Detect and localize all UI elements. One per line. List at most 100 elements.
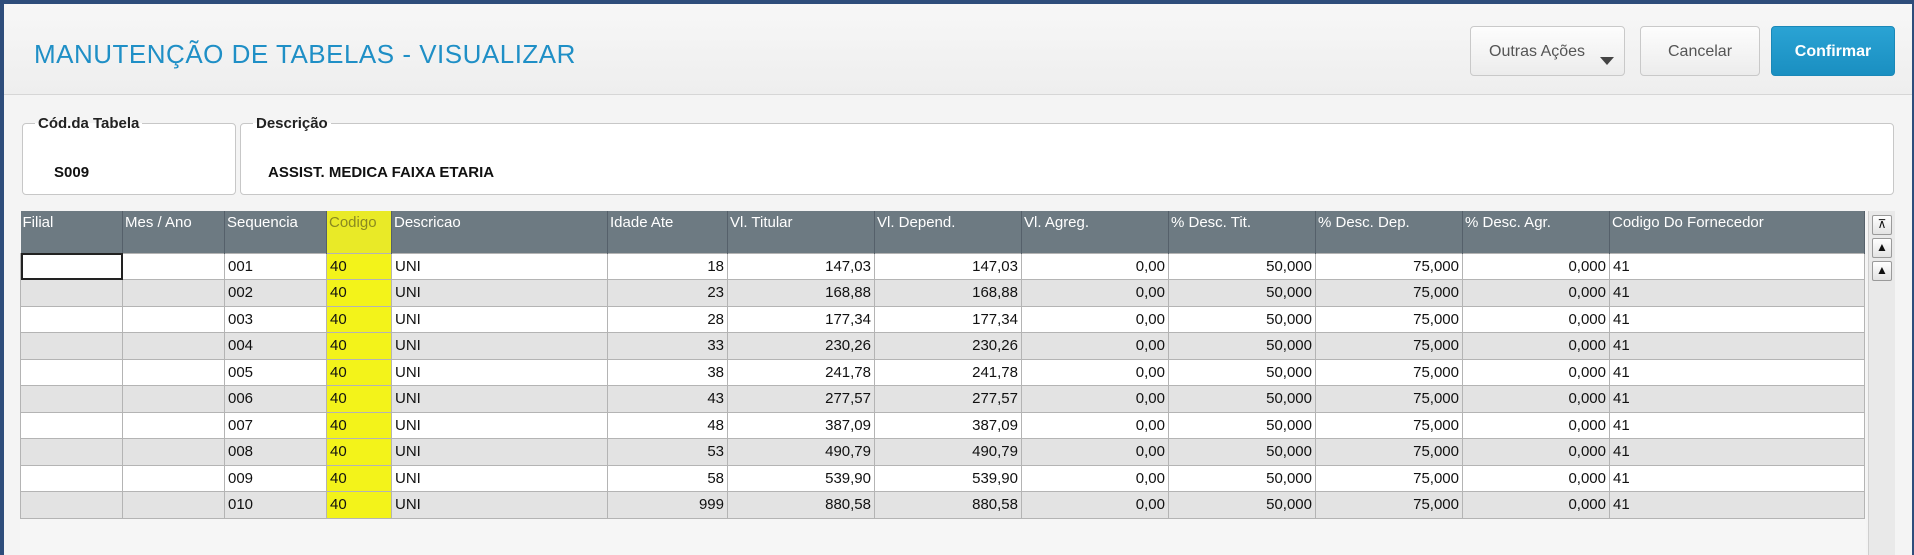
cell-sequencia[interactable]: 002 (224, 279, 327, 307)
cell-codigo[interactable]: 40 (326, 491, 392, 519)
cell-desc-agr[interactable]: 0,000 (1462, 305, 1610, 333)
cell-codigo[interactable]: 40 (326, 332, 392, 360)
cell-vl-agreg[interactable]: 0,00 (1021, 279, 1169, 307)
cell-descricao[interactable]: UNI (391, 358, 608, 386)
col-header-mes-ano[interactable]: Mes / Ano (122, 211, 225, 253)
cod-tabela-field[interactable]: Cód.da Tabela S009 (22, 115, 236, 195)
cell-vl-agreg[interactable]: 0,00 (1021, 385, 1169, 413)
cell-desc-agr[interactable]: 0,000 (1462, 385, 1610, 413)
cell-codigo[interactable]: 40 (326, 358, 392, 386)
cell-idade-ate[interactable]: 53 (607, 438, 728, 466)
cell-descricao[interactable]: UNI (391, 279, 608, 307)
cell-sequencia[interactable]: 008 (224, 438, 327, 466)
cell-filial[interactable] (20, 305, 123, 333)
cell-codigo[interactable]: 40 (326, 438, 392, 466)
table-row[interactable]: 002 40 UNI 23 168,88 168,88 0,00 50,000 75,000 0,… (20, 279, 1865, 307)
cell-mes-ano[interactable] (122, 305, 225, 333)
cell-sequencia[interactable]: 004 (224, 332, 327, 360)
cell-idade-ate[interactable]: 38 (607, 358, 728, 386)
cell-vl-agreg[interactable]: 0,00 (1021, 305, 1169, 333)
cell-sequencia[interactable]: 010 (224, 491, 327, 519)
table-row[interactable]: 006 40 UNI 43 277,57 277,57 0,00 50,000 75,000 0,… (20, 385, 1865, 413)
cell-descricao[interactable]: UNI (391, 411, 608, 439)
cell-vl-agreg[interactable]: 0,00 (1021, 252, 1169, 280)
scroll-top-icon[interactable]: ⊼ (1872, 215, 1892, 235)
cell-vl-depend[interactable]: 880,58 (874, 491, 1022, 519)
cell-idade-ate[interactable]: 999 (607, 491, 728, 519)
cell-mes-ano[interactable] (122, 279, 225, 307)
cell-mes-ano[interactable] (122, 385, 225, 413)
cell-desc-tit[interactable]: 50,000 (1168, 305, 1316, 333)
cell-filial[interactable] (20, 464, 123, 492)
confirm-button[interactable]: Confirmar (1771, 26, 1895, 76)
cell-codigo-fornecedor[interactable]: 41 (1609, 279, 1865, 307)
cell-sequencia[interactable]: 005 (224, 358, 327, 386)
cell-vl-titular[interactable]: 387,09 (727, 411, 875, 439)
cell-codigo-fornecedor[interactable]: 41 (1609, 411, 1865, 439)
cell-vl-depend[interactable]: 241,78 (874, 358, 1022, 386)
table-row[interactable]: 010 40 UNI 999 880,58 880,58 0,00 50,000 75,000 0… (20, 491, 1865, 519)
col-header-codigo[interactable]: Codigo (326, 211, 392, 253)
cell-vl-titular[interactable]: 241,78 (727, 358, 875, 386)
table-row[interactable]: 007 40 UNI 48 387,09 387,09 0,00 50,000 75,000 0,… (20, 411, 1865, 439)
cell-vl-titular[interactable]: 168,88 (727, 279, 875, 307)
cell-vl-agreg[interactable]: 0,00 (1021, 438, 1169, 466)
cell-filial[interactable] (20, 252, 123, 280)
cell-codigo-fornecedor[interactable]: 41 (1609, 358, 1865, 386)
cell-descricao[interactable]: UNI (391, 491, 608, 519)
table-row[interactable]: 005 40 UNI 38 241,78 241,78 0,00 50,000 75,000 0,… (20, 358, 1865, 386)
cell-codigo-fornecedor[interactable]: 41 (1609, 491, 1865, 519)
table-row[interactable]: 008 40 UNI 53 490,79 490,79 0,00 50,000 75,000 0,… (20, 438, 1865, 466)
cell-sequencia[interactable]: 007 (224, 411, 327, 439)
cell-desc-tit[interactable]: 50,000 (1168, 438, 1316, 466)
cell-filial[interactable] (20, 438, 123, 466)
cell-vl-agreg[interactable]: 0,00 (1021, 358, 1169, 386)
cell-filial[interactable] (20, 411, 123, 439)
cell-filial[interactable] (20, 279, 123, 307)
cell-vl-agreg[interactable]: 0,00 (1021, 491, 1169, 519)
table-row[interactable]: 001 40 UNI 18 147,03 147,03 0,00 50,000 75,000 0,… (20, 252, 1865, 280)
cell-mes-ano[interactable] (122, 464, 225, 492)
col-header-desc-agr[interactable]: % Desc. Agr. (1462, 211, 1610, 253)
col-header-codigo-fornecedor[interactable]: Codigo Do Fornecedor (1609, 211, 1865, 253)
cell-vl-titular[interactable]: 539,90 (727, 464, 875, 492)
cell-desc-tit[interactable]: 50,000 (1168, 411, 1316, 439)
cell-idade-ate[interactable]: 18 (607, 252, 728, 280)
cell-codigo-fornecedor[interactable]: 41 (1609, 464, 1865, 492)
cell-desc-dep[interactable]: 75,000 (1315, 279, 1463, 307)
cell-vl-agreg[interactable]: 0,00 (1021, 332, 1169, 360)
cell-mes-ano[interactable] (122, 358, 225, 386)
cell-desc-dep[interactable]: 75,000 (1315, 491, 1463, 519)
cell-desc-tit[interactable]: 50,000 (1168, 385, 1316, 413)
cell-descricao[interactable]: UNI (391, 252, 608, 280)
col-header-vl-agreg[interactable]: Vl. Agreg. (1021, 211, 1169, 253)
cell-codigo[interactable]: 40 (326, 464, 392, 492)
cell-codigo-fornecedor[interactable]: 41 (1609, 332, 1865, 360)
col-header-desc-tit[interactable]: % Desc. Tit. (1168, 211, 1316, 253)
cell-idade-ate[interactable]: 43 (607, 385, 728, 413)
cell-vl-depend[interactable]: 168,88 (874, 279, 1022, 307)
cell-vl-depend[interactable]: 539,90 (874, 464, 1022, 492)
cell-sequencia[interactable]: 009 (224, 464, 327, 492)
cell-desc-agr[interactable]: 0,000 (1462, 279, 1610, 307)
cell-idade-ate[interactable]: 48 (607, 411, 728, 439)
col-header-descricao[interactable]: Descricao (391, 211, 608, 253)
cell-desc-agr[interactable]: 0,000 (1462, 438, 1610, 466)
table-row[interactable]: 003 40 UNI 28 177,34 177,34 0,00 50,000 75,000 0,… (20, 305, 1865, 333)
cell-desc-agr[interactable]: 0,000 (1462, 332, 1610, 360)
cell-idade-ate[interactable]: 33 (607, 332, 728, 360)
cell-vl-depend[interactable]: 490,79 (874, 438, 1022, 466)
cell-mes-ano[interactable] (122, 438, 225, 466)
cell-descricao[interactable]: UNI (391, 464, 608, 492)
table-row[interactable]: 009 40 UNI 58 539,90 539,90 0,00 50,000 75,000 0,… (20, 464, 1865, 492)
cell-vl-agreg[interactable]: 0,00 (1021, 464, 1169, 492)
cell-vl-titular[interactable]: 880,58 (727, 491, 875, 519)
col-header-vl-depend[interactable]: Vl. Depend. (874, 211, 1022, 253)
descricao-field[interactable]: Descrição ASSIST. MEDICA FAIXA ETARIA (240, 115, 1894, 195)
cell-codigo-fornecedor[interactable]: 41 (1609, 438, 1865, 466)
col-header-filial[interactable]: Filial (20, 211, 123, 253)
cell-codigo[interactable]: 40 (326, 279, 392, 307)
scroll-page-up-icon[interactable]: ▲ (1872, 238, 1892, 258)
cell-idade-ate[interactable]: 58 (607, 464, 728, 492)
cell-desc-tit[interactable]: 50,000 (1168, 332, 1316, 360)
